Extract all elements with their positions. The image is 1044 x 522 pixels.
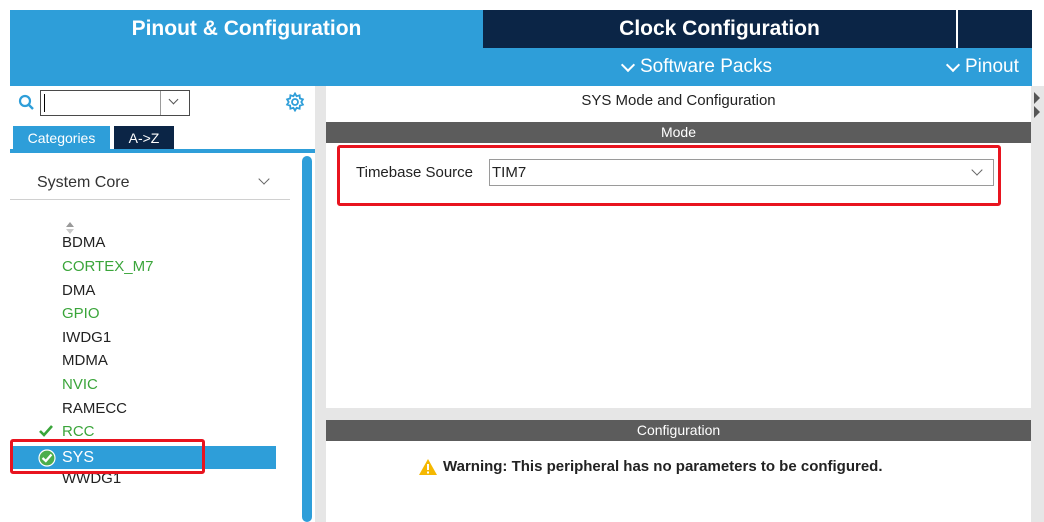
search-icon[interactable] <box>18 94 36 112</box>
text-caret <box>44 94 45 112</box>
pinout-label: Pinout <box>965 56 1019 77</box>
check-icon <box>39 425 53 437</box>
list-item-iwdg1[interactable]: IWDG1 <box>62 328 111 348</box>
panel-title: SYS Mode and Configuration <box>581 92 776 109</box>
chevron-down-icon <box>945 57 961 72</box>
list-item-nvic[interactable]: NVIC <box>62 375 98 395</box>
sub-toolbar: Software Packs Pinout <box>10 48 1032 86</box>
chevron-down-icon <box>620 57 636 72</box>
collapse-strip <box>1031 86 1044 522</box>
list-item-ramecc[interactable]: RAMECC <box>62 399 127 419</box>
divider <box>10 199 290 200</box>
configuration-section <box>326 441 1031 522</box>
software-packs-menu[interactable]: Software Packs <box>620 48 772 86</box>
tab-overflow[interactable] <box>956 10 1032 48</box>
warning-icon <box>419 459 437 475</box>
tab-a-to-z[interactable]: A->Z <box>114 126 174 149</box>
tab-pinout-configuration[interactable]: Pinout & Configuration <box>10 10 483 48</box>
highlight-sys <box>10 439 205 474</box>
chevron-down-icon <box>168 94 179 105</box>
group-header-system-core[interactable]: System Core <box>37 174 281 196</box>
list-item-cortex-m7[interactable]: CORTEX_M7 <box>62 257 153 277</box>
search-dropdown-button[interactable] <box>160 91 189 115</box>
mode-section-header: Mode <box>326 122 1031 143</box>
list-item-gpio[interactable]: GPIO <box>62 304 100 324</box>
list-item-mdma[interactable]: MDMA <box>62 351 108 371</box>
collapse-arrows-icon[interactable] <box>1032 88 1042 122</box>
scrollbar[interactable] <box>302 156 312 522</box>
list-item-dma[interactable]: DMA <box>62 281 95 301</box>
software-packs-label: Software Packs <box>640 56 772 77</box>
tab-clock-configuration[interactable]: Clock Configuration <box>483 10 956 48</box>
highlight-timebase <box>337 145 1001 206</box>
list-item-bdma[interactable]: BDMA <box>62 233 105 253</box>
pinout-menu[interactable]: Pinout <box>945 48 1019 86</box>
tab-underline <box>10 149 315 153</box>
top-tab-bar: Pinout & Configuration Clock Configurati… <box>10 10 1032 48</box>
panel-divider[interactable] <box>315 86 326 522</box>
warning-message: Warning: This peripheral has no paramete… <box>443 458 883 475</box>
configuration-section-header: Configuration <box>326 420 1031 441</box>
section-separator[interactable] <box>326 408 1031 420</box>
gear-icon[interactable] <box>285 92 305 112</box>
tab-categories[interactable]: Categories <box>13 126 110 149</box>
search-input[interactable] <box>40 90 190 116</box>
